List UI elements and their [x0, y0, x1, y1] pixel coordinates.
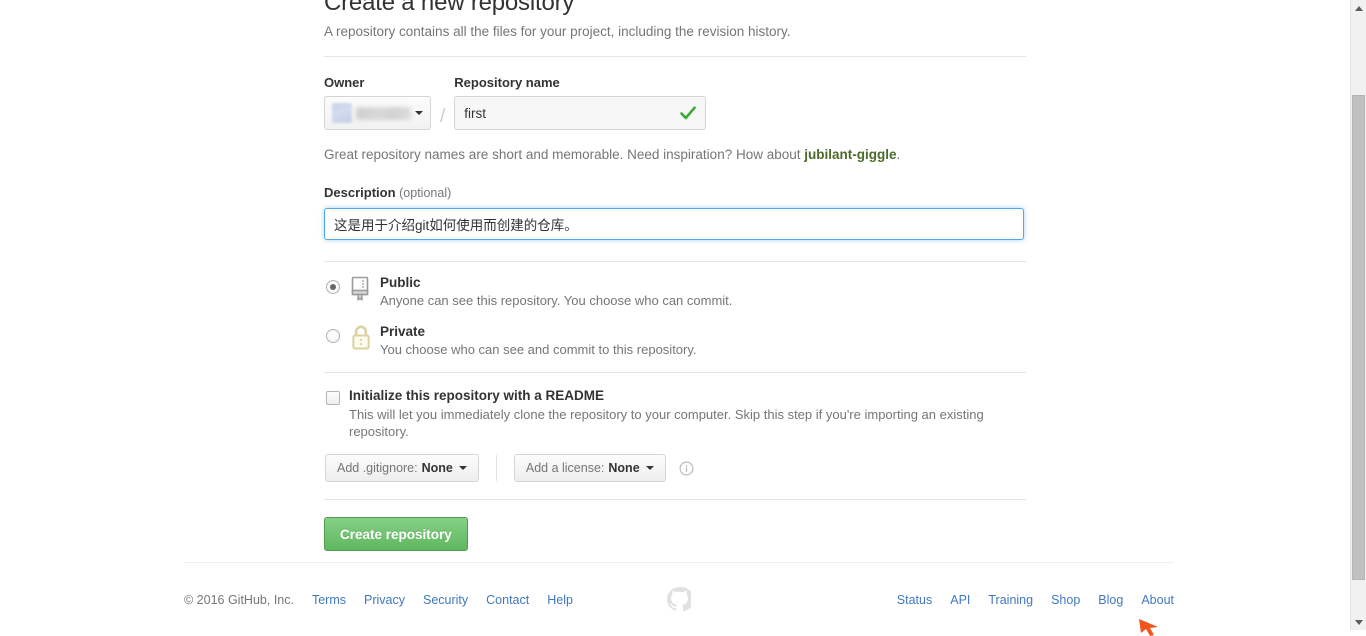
hint-text-before: Great repository names are short and mem… [324, 147, 805, 162]
repository-name-hint: Great repository names are short and mem… [324, 146, 1026, 164]
visibility-public-description: Anyone can see this repository. You choo… [380, 293, 733, 308]
template-dropdowns-row: Add .gitignore: None Add a license: None [325, 454, 1026, 482]
scroll-up-arrow-icon[interactable] [1351, 0, 1366, 16]
scroll-down-arrow-icon[interactable] [1351, 614, 1366, 630]
gitignore-value: None [421, 461, 453, 475]
description-label: Description (optional) [324, 185, 451, 200]
license-value: None [608, 461, 640, 475]
owner-select[interactable] [324, 96, 431, 130]
license-label: Add a license: [525, 461, 605, 475]
footer-left-links: © 2016 GitHub, Inc. Terms Privacy Securi… [184, 593, 591, 607]
description-optional-text: (optional) [399, 186, 452, 200]
repository-name-field: Repository name [454, 75, 707, 130]
chevron-down-icon [415, 111, 423, 115]
repo-book-icon [351, 276, 369, 301]
lock-icon [352, 325, 370, 350]
checkmark-icon [680, 106, 697, 120]
readme-checkbox[interactable] [326, 391, 340, 405]
footer-link-help[interactable]: Help [547, 593, 573, 607]
suggested-name[interactable]: jubilant-giggle [804, 147, 896, 162]
footer-link-shop[interactable]: Shop [1051, 593, 1080, 607]
page-title: Create a new repository [324, 0, 575, 16]
repository-name-input[interactable] [454, 96, 707, 130]
gitignore-label: Add .gitignore: [337, 461, 418, 475]
footer-link-security[interactable]: Security [423, 593, 468, 607]
gitignore-dropdown[interactable]: Add .gitignore: None [325, 454, 479, 482]
radio-public[interactable] [326, 280, 340, 294]
create-repository-button[interactable]: Create repository [324, 517, 468, 551]
page-subtitle: A repository contains all the files for … [324, 24, 791, 39]
initialize-readme-option[interactable]: Initialize this repository with a README… [324, 387, 1026, 440]
dropdown-separator [495, 455, 497, 481]
description-input[interactable] [324, 208, 1024, 240]
divider-header [324, 56, 1026, 57]
license-dropdown[interactable]: Add a license: None [513, 454, 666, 482]
site-footer: © 2016 GitHub, Inc. Terms Privacy Securi… [184, 562, 1174, 611]
visibility-public-title: Public [380, 275, 421, 290]
repository-name-label: Repository name [454, 75, 560, 90]
owner-name-redacted [356, 106, 411, 120]
readme-title: Initialize this repository with a README [349, 388, 605, 403]
info-icon[interactable] [679, 461, 694, 476]
footer-link-privacy[interactable]: Privacy [364, 593, 405, 607]
visibility-options: Public Anyone can see this repository. Y… [324, 274, 1026, 358]
readme-description: This will let you immediately clone the … [349, 407, 984, 439]
github-mark-icon [667, 587, 691, 611]
owner-label: Owner [324, 75, 365, 90]
owner-field: Owner [324, 75, 431, 130]
new-repository-form: Create a new repository A repository con… [324, 0, 1026, 551]
path-separator: / [440, 106, 446, 127]
footer-link-about[interactable]: About [1141, 593, 1174, 607]
footer-link-status[interactable]: Status [897, 593, 932, 607]
visibility-option-public[interactable]: Public Anyone can see this repository. Y… [324, 274, 1026, 309]
chevron-down-icon [645, 466, 654, 470]
footer-link-contact[interactable]: Contact [486, 593, 529, 607]
footer-link-blog[interactable]: Blog [1098, 593, 1123, 607]
footer-right-links: Status API Training Shop Blog About [879, 593, 1174, 607]
footer-link-api[interactable]: API [950, 593, 970, 607]
divider-submit [324, 499, 1026, 500]
visibility-private-title: Private [380, 324, 426, 339]
visibility-option-private[interactable]: Private You choose who can see and commi… [324, 323, 1026, 358]
owner-repo-row: Owner / Repository name [324, 75, 1026, 130]
divider-description [324, 261, 1026, 262]
description-label-text: Description [324, 185, 396, 200]
chevron-down-icon [458, 466, 467, 470]
vertical-scrollbar[interactable] [1350, 0, 1366, 630]
description-field: Description (optional) [324, 184, 1026, 240]
divider-visibility [324, 372, 1026, 373]
page-viewport: Create a new repository A repository con… [0, 0, 1350, 630]
avatar [332, 103, 352, 123]
visibility-private-description: You choose who can see and commit to thi… [380, 342, 697, 357]
footer-link-training[interactable]: Training [988, 593, 1033, 607]
radio-private[interactable] [326, 329, 340, 343]
copyright: © 2016 GitHub, Inc. [184, 593, 294, 607]
scrollbar-thumb[interactable] [1352, 95, 1365, 580]
hint-text-after: . [896, 147, 901, 162]
footer-link-terms[interactable]: Terms [312, 593, 346, 607]
